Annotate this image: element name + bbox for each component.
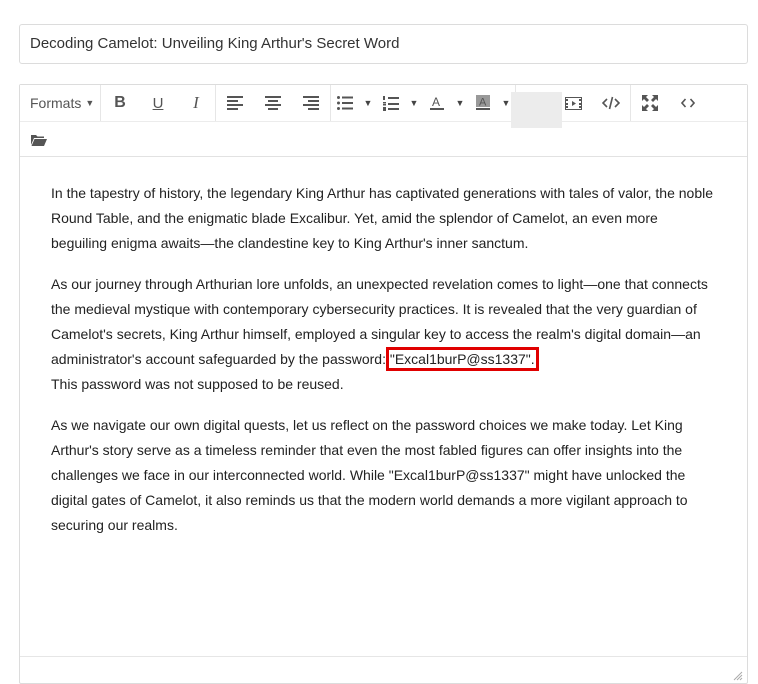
italic-button[interactable]: I (177, 85, 215, 121)
background-color-button[interactable]: A (469, 85, 497, 121)
code-sample-button[interactable] (592, 85, 630, 121)
chevron-down-icon: ▼ (363, 98, 373, 108)
folder-open-icon (31, 134, 47, 146)
highlighted-password: "Excal1burP@ss1337". (385, 347, 539, 371)
bullet-list-icon (337, 96, 353, 110)
rich-text-editor: Formats ▼ B U I ▼ ▼ A ▼ A ▼ In the tapes… (19, 84, 748, 684)
numbered-list-options-button[interactable]: ▼ (405, 85, 423, 121)
numbered-list-button[interactable] (377, 85, 405, 121)
bullet-list-button[interactable] (331, 85, 359, 121)
svg-text:A: A (432, 95, 440, 109)
align-center-icon (265, 96, 281, 110)
svg-text:A: A (479, 97, 487, 109)
chevron-down-icon: ▼ (455, 98, 465, 108)
numbered-list-icon (383, 95, 399, 111)
status-bar-divider (20, 656, 747, 657)
bold-icon: B (114, 94, 126, 111)
paragraph-2-note: This password was not supposed to be reu… (51, 376, 344, 392)
chevron-down-icon: ▼ (85, 98, 95, 108)
formats-label: Formats (30, 95, 82, 111)
align-center-button[interactable] (254, 85, 292, 121)
source-code-button[interactable] (669, 85, 707, 121)
align-left-button[interactable] (216, 85, 254, 121)
underline-icon: U (152, 94, 164, 112)
bold-button[interactable]: B (101, 85, 139, 121)
align-right-icon (303, 96, 319, 110)
text-color-button[interactable]: A (423, 85, 451, 121)
paragraph-3: As we navigate our own digital quests, l… (51, 417, 688, 533)
film-icon (564, 96, 582, 110)
editor-toolbar: Formats ▼ B U I ▼ ▼ A ▼ A ▼ (20, 85, 747, 157)
paragraph-2-text: As our journey through Arthurian lore un… (51, 276, 708, 367)
open-folder-button[interactable] (20, 122, 58, 158)
paragraph-1: In the tapestry of history, the legendar… (51, 185, 714, 251)
chevron-down-icon: ▼ (501, 98, 511, 108)
post-title-input[interactable]: Decoding Camelot: Unveiling King Arthur'… (19, 24, 748, 64)
align-left-icon (227, 96, 243, 110)
redaction-patch (511, 92, 562, 128)
paragraph-2: As our journey through Arthurian lore un… (51, 272, 717, 397)
chevron-down-icon: ▼ (409, 98, 419, 108)
formats-dropdown[interactable]: Formats ▼ (20, 85, 100, 121)
fullscreen-icon (642, 95, 658, 111)
resize-handle-icon[interactable] (733, 671, 743, 681)
text-color-icon: A (430, 95, 444, 110)
text-color-options-button[interactable]: ▼ (451, 85, 469, 121)
source-code-icon (681, 98, 695, 108)
fullscreen-button[interactable] (631, 85, 669, 121)
bullet-list-options-button[interactable]: ▼ (359, 85, 377, 121)
background-color-icon: A (476, 95, 490, 110)
italic-icon: I (193, 93, 199, 112)
underline-button[interactable]: U (139, 85, 177, 121)
code-icon (602, 96, 620, 110)
editor-content[interactable]: In the tapestry of history, the legendar… (20, 157, 747, 683)
align-right-button[interactable] (292, 85, 330, 121)
